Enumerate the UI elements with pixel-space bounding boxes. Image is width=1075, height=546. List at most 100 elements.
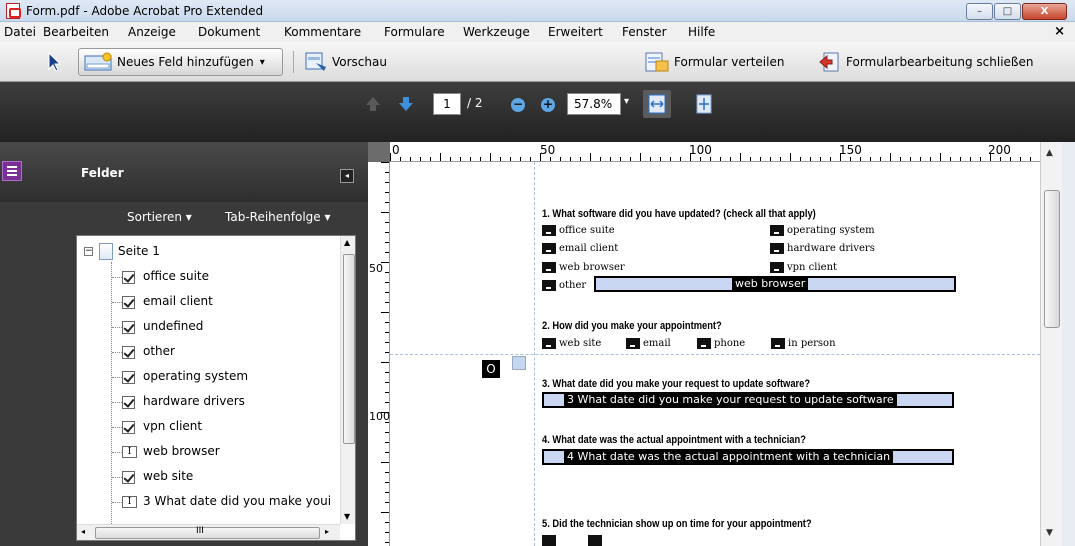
menu-anzeige[interactable]: Anzeige [128, 25, 176, 39]
ruler-tick [470, 157, 471, 161]
ruler-tick [570, 157, 571, 161]
tree-field-item[interactable]: hardware drivers [143, 394, 245, 408]
ruler-tick [440, 153, 441, 161]
zoom-out-icon[interactable]: − [511, 98, 525, 112]
checkbox-email-client[interactable]: email client [542, 243, 618, 254]
ruler-tick [850, 157, 851, 161]
menu-dokument[interactable]: Dokument [198, 25, 260, 39]
collapse-node-icon[interactable]: − [84, 247, 93, 256]
ruler-tick [390, 153, 391, 161]
radio-phone[interactable]: phone [697, 338, 745, 349]
full-screen-icon[interactable] [690, 90, 718, 118]
page-number-input[interactable]: 1 [433, 93, 461, 115]
ruler-tick [900, 157, 901, 161]
checkbox-field-marker[interactable] [588, 535, 602, 546]
next-page-icon[interactable] [397, 95, 415, 116]
ruler-tick [820, 157, 821, 161]
collapse-panel-icon[interactable]: ◂ [340, 169, 354, 183]
tree-scroll-thumb[interactable] [343, 254, 355, 444]
tree-field-item[interactable]: email client [143, 294, 213, 308]
tree-field-item[interactable]: other [143, 344, 175, 358]
menu-fenster[interactable]: Fenster [622, 25, 667, 39]
menu-hilfe[interactable]: Hilfe [688, 25, 715, 39]
menu-werkzeuge[interactable]: Werkzeuge [463, 25, 530, 39]
checkbox-web-browser[interactable]: web browser [542, 262, 625, 273]
minimize-button[interactable]: – [966, 3, 993, 20]
radio-in-person[interactable]: in person [771, 338, 836, 349]
radio-field-marker [697, 338, 711, 349]
ruler-tick [520, 157, 521, 161]
menu-datei[interactable]: Datei [4, 25, 36, 39]
ruler-tick [530, 157, 531, 161]
close-window-button[interactable]: X [1022, 3, 1067, 20]
ruler-tick [381, 212, 389, 213]
field-marker-o[interactable]: O [482, 360, 500, 378]
scroll-right-icon[interactable]: ▸ [325, 527, 329, 536]
document-scroll-thumb[interactable] [1044, 190, 1060, 328]
distribute-form-button[interactable]: Formular verteilen [640, 48, 788, 76]
ruler-tick [490, 153, 491, 161]
add-field-button[interactable]: Neues Feld hinzufügen ▾ [78, 48, 283, 76]
checkbox-hardware-drivers[interactable]: hardware drivers [770, 243, 875, 254]
checkbox-field-marker [770, 225, 784, 236]
menu-kommentare[interactable]: Kommentare [284, 25, 361, 39]
menu-bearbeiten[interactable]: Bearbeiten [43, 25, 109, 39]
close-document-button[interactable]: × [1054, 24, 1065, 39]
fit-width-icon[interactable] [643, 90, 671, 118]
other-text-field[interactable]: web browser [594, 276, 956, 292]
radio-web-site[interactable]: web site [542, 338, 601, 349]
scroll-up-icon[interactable]: ▲ [1046, 148, 1053, 158]
checkbox-field-marker[interactable] [542, 535, 556, 546]
tree-horizontal-scrollbar[interactable]: ◂ III ▸ [77, 524, 340, 540]
tree-connector [112, 352, 122, 353]
appointment-date-field[interactable]: 4 What date was the actual appointment w… [542, 449, 954, 465]
menu-formulare[interactable]: Formulare [384, 25, 445, 39]
ruler-tick [385, 502, 389, 503]
zoom-level-input[interactable]: 57.8% [567, 93, 621, 115]
document-vertical-scrollbar[interactable]: ▲ ▼ [1040, 142, 1062, 546]
field-handle[interactable] [512, 356, 526, 370]
tree-field-item[interactable]: 3 What date did you make youi [143, 494, 331, 508]
tree-field-item[interactable]: web browser [143, 444, 220, 458]
checkbox-other[interactable]: other [542, 280, 586, 291]
zoom-in-icon[interactable]: + [541, 98, 555, 112]
fields-panel-icon[interactable] [2, 161, 22, 181]
zoom-dropdown-icon[interactable]: ▾ [624, 96, 629, 107]
tree-vertical-scrollbar[interactable]: ▲ ▼ [340, 236, 355, 524]
radio-field-marker [771, 338, 785, 349]
menu-erweitert[interactable]: Erweitert [548, 25, 603, 39]
tree-field-item[interactable]: vpn client [143, 419, 202, 433]
ruler-tick [650, 157, 651, 161]
checkbox-field-icon [122, 421, 135, 434]
tree-hscroll-thumb[interactable]: III [95, 526, 320, 539]
close-form-editing-button[interactable]: Formularbearbeitung schließen [814, 48, 1037, 76]
scroll-up-icon[interactable]: ▲ [344, 238, 350, 247]
request-date-field[interactable]: 3 What date did you make your request to… [542, 392, 954, 408]
maximize-button[interactable]: □ [994, 3, 1021, 20]
checkbox-vpn-client[interactable]: vpn client [770, 262, 837, 273]
hscroll-grip: III [196, 526, 204, 536]
add-field-label: Neues Feld hinzufügen [117, 55, 254, 69]
ruler-tick [381, 462, 389, 463]
preview-button[interactable]: Vorschau [300, 48, 391, 76]
tree-page-node[interactable]: Seite 1 [118, 244, 160, 258]
tree-field-item[interactable]: operating system [143, 369, 248, 383]
question-1: 1. What software did you have updated? (… [542, 208, 816, 220]
scroll-left-icon[interactable]: ◂ [81, 527, 85, 536]
scroll-down-icon[interactable]: ▼ [344, 512, 350, 521]
tree-field-item[interactable]: web site [143, 469, 193, 483]
tab-order-dropdown[interactable]: Tab-Reihenfolge ▾ [225, 210, 331, 224]
scroll-down-icon[interactable]: ▼ [1046, 528, 1053, 538]
checkbox-operating-system[interactable]: operating system [770, 225, 875, 236]
sort-dropdown[interactable]: Sortieren ▾ [127, 210, 192, 224]
ruler-tick [930, 157, 931, 161]
ruler-label: 50 [540, 143, 556, 157]
ruler-tick [730, 157, 731, 161]
tree-field-item[interactable]: office suite [143, 269, 209, 283]
radio-email[interactable]: email [626, 338, 671, 349]
select-tool-button[interactable] [42, 48, 66, 76]
tree-field-item[interactable]: undefined [143, 319, 203, 333]
checkbox-field-marker [542, 262, 556, 273]
checkbox-office-suite[interactable]: office suite [542, 225, 615, 236]
previous-page-icon[interactable] [364, 95, 382, 116]
